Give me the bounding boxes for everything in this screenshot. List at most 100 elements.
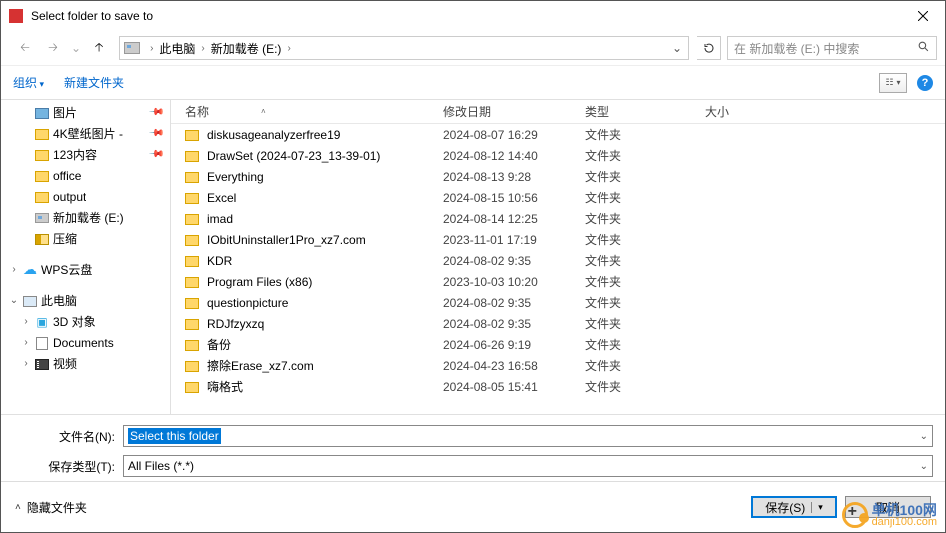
file-date: 2024-04-23 16:58 xyxy=(443,359,585,373)
file-name: diskusageanalyzerfree19 xyxy=(207,128,443,142)
filetype-select[interactable]: All Files (*.*) ⌄ xyxy=(123,455,933,477)
help-button[interactable]: ? xyxy=(917,75,933,91)
column-type[interactable]: 类型 xyxy=(585,103,705,120)
file-type: 文件夹 xyxy=(585,231,705,248)
folder-icon xyxy=(185,380,207,394)
file-type: 文件夹 xyxy=(585,273,705,290)
column-size[interactable]: 大小 xyxy=(705,103,945,120)
toolbar: 组织 新建文件夹 ☷ ? xyxy=(1,65,945,99)
organize-menu[interactable]: 组织 xyxy=(13,74,44,91)
file-row[interactable]: Everything2024-08-13 9:28文件夹 xyxy=(171,166,945,187)
pin-icon: 📌 xyxy=(147,146,164,163)
breadcrumb-item[interactable]: 此电脑 xyxy=(157,40,197,57)
file-row[interactable]: Excel2024-08-15 10:56文件夹 xyxy=(171,187,945,208)
window-title: Select folder to save to xyxy=(31,9,900,23)
file-date: 2024-08-14 12:25 xyxy=(443,212,585,226)
file-row[interactable]: 擦除Erase_xz7.com2024-04-23 16:58文件夹 xyxy=(171,355,945,376)
file-date: 2023-11-01 17:19 xyxy=(443,233,585,247)
new-folder-button[interactable]: 新建文件夹 xyxy=(64,74,124,91)
main-pane: 图片📌4K壁纸图片 -📌123内容📌officeoutput新加载卷 (E:)压… xyxy=(1,99,945,415)
file-list[interactable]: diskusageanalyzerfree192024-08-07 16:29文… xyxy=(171,124,945,414)
tree-item[interactable]: ⌄ 此电脑 xyxy=(1,290,170,311)
close-icon xyxy=(918,11,928,21)
address-dropdown[interactable]: ⌄ xyxy=(668,41,686,55)
pin-icon: 📌 xyxy=(147,104,164,121)
column-date[interactable]: 修改日期 xyxy=(443,103,585,120)
breadcrumb-item[interactable]: 新加载卷 (E:) xyxy=(209,40,284,57)
file-row[interactable]: imad2024-08-14 12:25文件夹 xyxy=(171,208,945,229)
tree-item-label: 4K壁纸图片 - xyxy=(51,125,123,142)
tree-item[interactable]: ›☁WPS云盘 xyxy=(1,259,170,280)
file-row[interactable]: RDJfzyxzq2024-08-02 9:35文件夹 xyxy=(171,313,945,334)
up-button[interactable]: 🡡 xyxy=(87,36,111,60)
address-bar[interactable]: › 此电脑 › 新加载卷 (E:) › ⌄ xyxy=(119,36,689,60)
save-button[interactable]: 保存(S)▾ xyxy=(751,496,837,518)
tree-item-label: Documents xyxy=(51,336,114,350)
file-name: KDR xyxy=(207,254,443,268)
tree-item-label: 此电脑 xyxy=(39,292,77,309)
tree-item[interactable]: 图片📌 xyxy=(1,102,170,123)
tree-item[interactable]: 4K壁纸图片 -📌 xyxy=(1,123,170,144)
cancel-button[interactable]: 取消 xyxy=(845,496,931,518)
folder-icon xyxy=(33,169,51,183)
tree-item[interactable]: ›▣3D 对象 xyxy=(1,311,170,332)
tree-item[interactable]: 123内容📌 xyxy=(1,144,170,165)
cloud-icon: ☁ xyxy=(21,261,39,278)
file-name: 备份 xyxy=(207,336,443,353)
file-row[interactable]: KDR2024-08-02 9:35文件夹 xyxy=(171,250,945,271)
tree-item-label: office xyxy=(51,169,81,183)
tree-item-label: output xyxy=(51,190,86,204)
tree-item[interactable]: 新加载卷 (E:) xyxy=(1,207,170,228)
filetype-row: 保存类型(T): All Files (*.*) ⌄ xyxy=(1,453,945,479)
folder-icon xyxy=(185,149,207,163)
chevron-down-icon[interactable]: ⌄ xyxy=(920,431,928,442)
tree-item[interactable]: › Documents xyxy=(1,332,170,353)
expand-icon[interactable]: › xyxy=(19,337,33,348)
sort-asc-icon: ˄ xyxy=(261,107,266,116)
back-button[interactable]: 🡠 xyxy=(13,36,37,60)
file-name: imad xyxy=(207,212,443,226)
hide-folders-toggle[interactable]: ˄ 隐藏文件夹 xyxy=(15,499,87,516)
folder-icon xyxy=(185,128,207,142)
tree-item[interactable]: ›视频 xyxy=(1,353,170,374)
expand-icon[interactable]: › xyxy=(7,264,21,275)
column-name[interactable]: 名称˄ xyxy=(185,103,443,120)
file-row[interactable]: questionpicture2024-08-02 9:35文件夹 xyxy=(171,292,945,313)
search-input[interactable]: 在 新加载卷 (E:) 中搜索 xyxy=(727,36,937,60)
forward-button[interactable]: 🡢 xyxy=(41,36,65,60)
filetype-value: All Files (*.*) xyxy=(128,459,194,473)
folder-icon xyxy=(185,170,207,184)
filename-input[interactable]: Select this folder ⌄ xyxy=(123,425,933,447)
file-type: 文件夹 xyxy=(585,252,705,269)
file-type: 文件夹 xyxy=(585,315,705,332)
save-split-dropdown[interactable]: ▾ xyxy=(811,502,823,513)
file-type: 文件夹 xyxy=(585,147,705,164)
folder-tree[interactable]: 图片📌4K壁纸图片 -📌123内容📌officeoutput新加载卷 (E:)压… xyxy=(1,100,171,414)
expand-icon[interactable]: › xyxy=(19,316,33,327)
expand-icon[interactable]: › xyxy=(19,358,33,369)
tree-item[interactable]: output xyxy=(1,186,170,207)
title-bar: Select folder to save to xyxy=(1,1,945,31)
file-row[interactable]: 备份2024-06-26 9:19文件夹 xyxy=(171,334,945,355)
view-mode-button[interactable]: ☷ xyxy=(879,73,907,93)
folder-icon xyxy=(185,359,207,373)
close-button[interactable] xyxy=(900,1,945,31)
file-row[interactable]: 嗨格式2024-08-05 15:41文件夹 xyxy=(171,376,945,397)
tree-item[interactable]: 压缩 xyxy=(1,228,170,249)
file-name: IObitUninstaller1Pro_xz7.com xyxy=(207,233,443,247)
expand-icon[interactable]: ⌄ xyxy=(7,295,21,306)
file-row[interactable]: diskusageanalyzerfree192024-08-07 16:29文… xyxy=(171,124,945,145)
file-row[interactable]: DrawSet (2024-07-23_13-39-01)2024-08-12 … xyxy=(171,145,945,166)
tree-item-label: 压缩 xyxy=(51,230,77,247)
file-row[interactable]: IObitUninstaller1Pro_xz7.com2023-11-01 1… xyxy=(171,229,945,250)
footer-bar: ˄ 隐藏文件夹 保存(S)▾ 取消 xyxy=(1,484,945,530)
folder-icon xyxy=(185,191,207,205)
tree-item[interactable]: office xyxy=(1,165,170,186)
nav-separator: ⌄ xyxy=(69,41,83,55)
file-row[interactable]: Program Files (x86)2023-10-03 10:20文件夹 xyxy=(171,271,945,292)
tree-item-label: 新加载卷 (E:) xyxy=(51,209,124,226)
refresh-button[interactable] xyxy=(697,36,721,60)
file-date: 2024-08-02 9:35 xyxy=(443,296,585,310)
chevron-down-icon[interactable]: ⌄ xyxy=(920,461,928,472)
file-type: 文件夹 xyxy=(585,189,705,206)
